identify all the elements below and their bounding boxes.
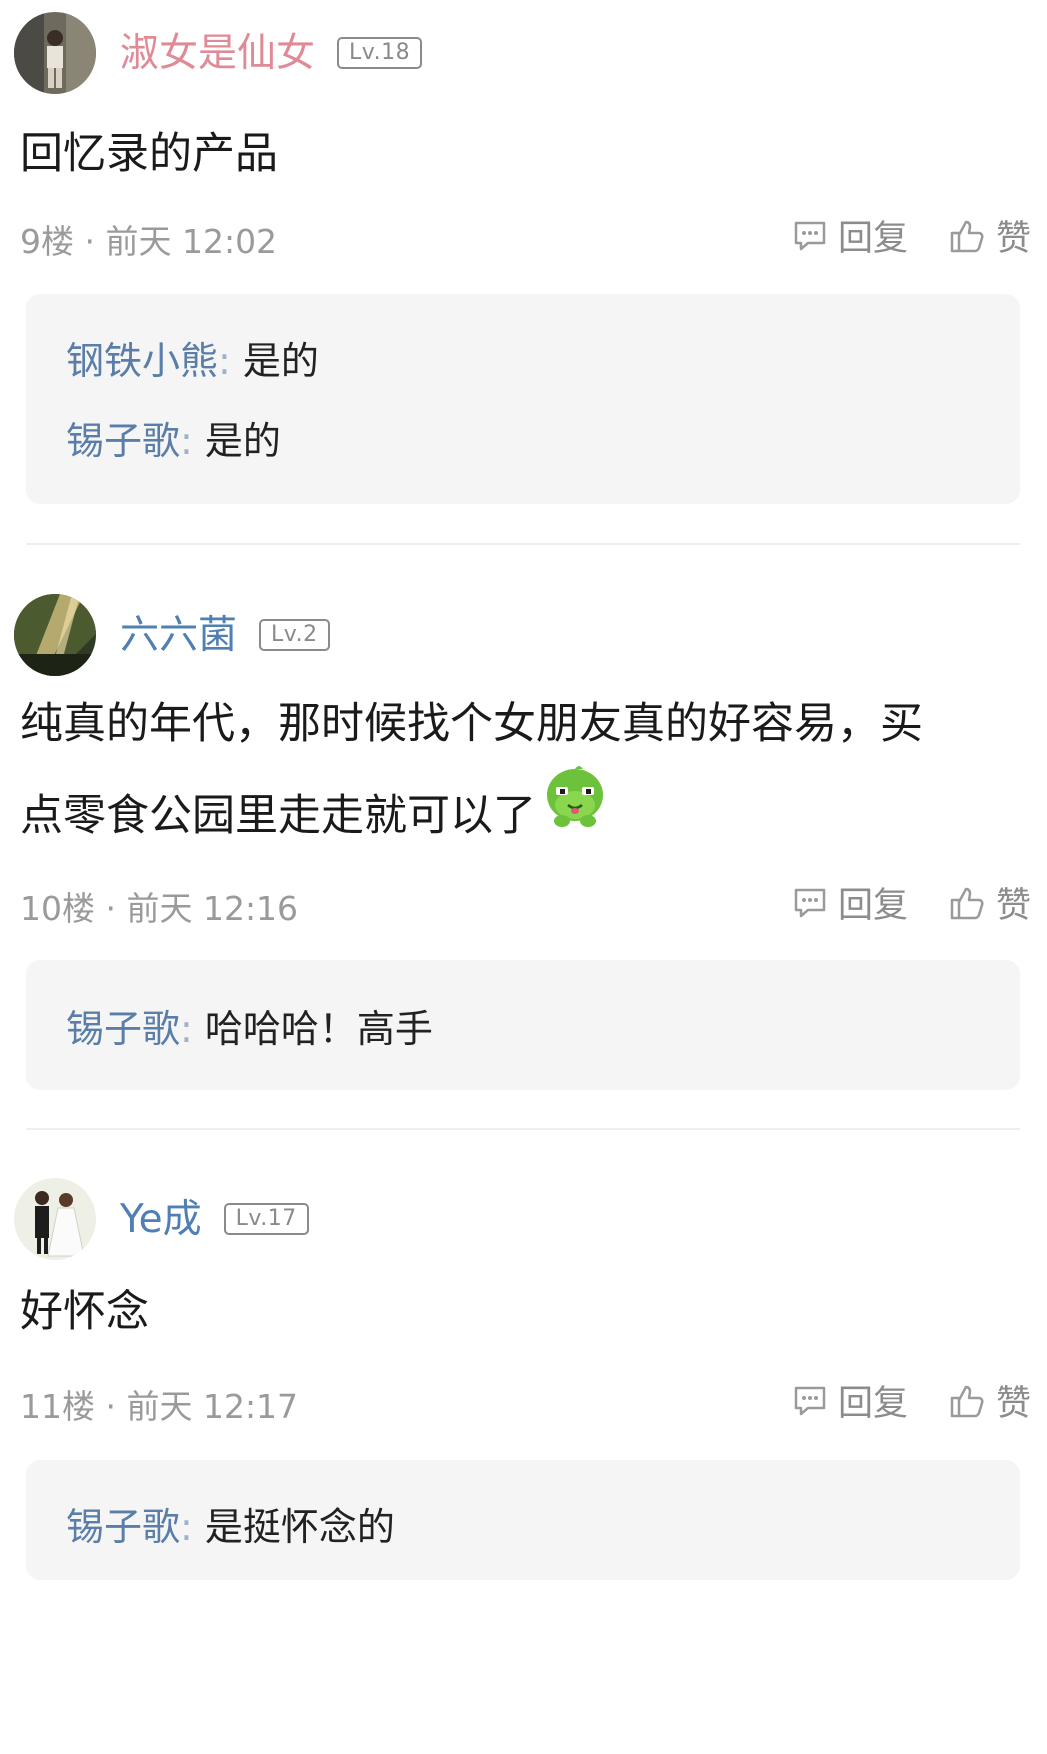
avatar[interactable] [14, 1178, 96, 1260]
thumbs-up-icon [950, 220, 984, 252]
username[interactable]: 淑女是仙女 [120, 34, 315, 73]
reply-author[interactable]: 锡子歌 [66, 1007, 180, 1051]
reply-item[interactable]: 钢铁小熊: 是的 [66, 330, 319, 385]
reply-colon: : [180, 1007, 193, 1051]
content-line: 好怀念 [20, 1287, 149, 1337]
post-header: 六六菌 Lv.2 [14, 592, 330, 678]
reply-box[interactable]: 钢铁小熊: 是的 锡子歌: 是的 [26, 294, 1020, 504]
like-button[interactable]: 赞 [948, 877, 1031, 928]
like-button[interactable]: 赞 [948, 210, 1031, 261]
level-badge: Lv.18 [337, 37, 423, 69]
post-meta: 10楼 · 前天 12:16 [20, 889, 299, 928]
comment-icon [794, 221, 826, 250]
username[interactable]: 六六菌 [120, 616, 237, 655]
level-badge: Lv.17 [223, 1203, 309, 1235]
reply-button[interactable]: 回复 [792, 877, 908, 928]
reply-text: 哈哈哈！高手 [204, 1007, 433, 1051]
level-badge: Lv.2 [259, 619, 330, 651]
like-label: 赞 [995, 1384, 1031, 1424]
reply-author[interactable]: 锡子歌 [66, 1505, 180, 1549]
content-line: 回忆录的产品 [20, 129, 278, 179]
post-content: 好怀念 [20, 1266, 1020, 1358]
reply-item[interactable]: 锡子歌: 哈哈哈！高手 [66, 998, 433, 1053]
reply-colon: : [180, 419, 193, 463]
content-line: 点零食公园里走走就可以了 [20, 791, 536, 841]
username[interactable]: Ye成 [120, 1200, 202, 1239]
reply-button[interactable]: 回复 [792, 1375, 908, 1426]
thumbs-up-icon [950, 887, 984, 919]
reply-label: 回复 [837, 886, 908, 926]
post-content: 纯真的年代，那时候找个女朋友真的好容易，买 点零食公园里走走就可以了 [20, 678, 1020, 867]
post-header: Ye成 Lv.17 [14, 1176, 309, 1262]
post-actions: 回复 赞 [792, 877, 1031, 928]
reply-box[interactable]: 锡子歌: 是挺怀念的 [26, 1460, 1020, 1580]
post-actions: 回复 赞 [792, 210, 1031, 261]
like-label: 赞 [995, 219, 1031, 259]
comment-icon [794, 888, 826, 917]
reply-colon: : [180, 1505, 193, 1549]
reply-text: 是的 [242, 339, 319, 383]
post-content: 回忆录的产品 [20, 108, 1020, 200]
post-meta: 9楼 · 前天 12:02 [20, 222, 278, 261]
avatar[interactable] [14, 594, 96, 676]
divider [26, 543, 1020, 545]
divider [26, 1128, 1020, 1130]
reply-item[interactable]: 锡子歌: 是挺怀念的 [66, 1496, 395, 1551]
reply-text: 是挺怀念的 [204, 1505, 395, 1549]
post-actions: 回复 赞 [792, 1375, 1031, 1426]
reply-label: 回复 [837, 1384, 908, 1424]
post-header: 淑女是仙女 Lv.18 [14, 10, 423, 96]
reply-label: 回复 [837, 219, 908, 259]
content-line: 纯真的年代，那时候找个女朋友真的好容易，买 [20, 699, 923, 749]
reply-colon: : [218, 339, 231, 383]
green-smirk-emoji-icon [544, 765, 606, 861]
reply-button[interactable]: 回复 [792, 210, 908, 261]
like-button[interactable]: 赞 [948, 1375, 1031, 1426]
avatar[interactable] [14, 12, 96, 94]
thumbs-up-icon [950, 1385, 984, 1417]
post-meta: 11楼 · 前天 12:17 [20, 1387, 299, 1426]
reply-author[interactable]: 钢铁小熊 [66, 339, 218, 383]
reply-text: 是的 [204, 419, 281, 463]
reply-item[interactable]: 锡子歌: 是的 [66, 410, 281, 465]
comment-icon [794, 1386, 826, 1415]
comment-feed: 淑女是仙女 Lv.18 回忆录的产品 9楼 · 前天 12:02 回复 赞 钢铁… [0, 0, 1047, 1754]
content-line-with-emoji: 点零食公园里走走就可以了 [20, 765, 1020, 867]
reply-box[interactable]: 锡子歌: 哈哈哈！高手 [26, 960, 1020, 1090]
like-label: 赞 [995, 886, 1031, 926]
reply-author[interactable]: 锡子歌 [66, 419, 180, 463]
